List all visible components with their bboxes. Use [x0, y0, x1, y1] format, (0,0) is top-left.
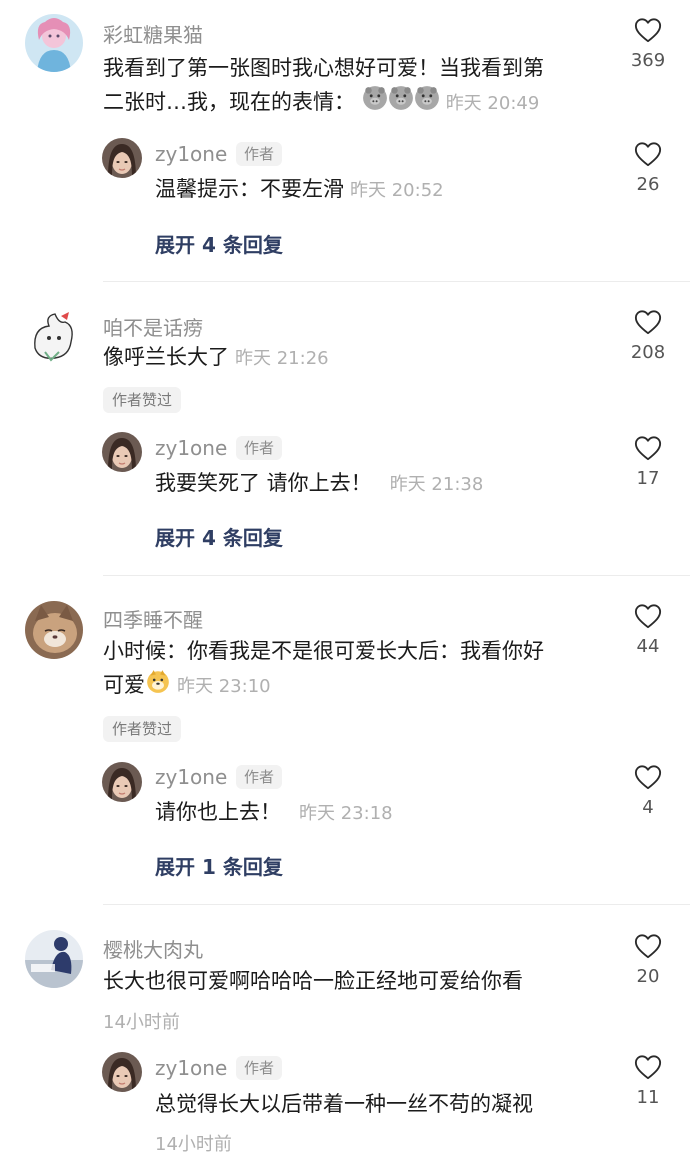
like-button[interactable]: 26 [618, 140, 678, 195]
pig-face-emoji [362, 85, 388, 121]
like-count: 11 [636, 1087, 660, 1108]
dog-face-emoji [145, 668, 171, 704]
timestamp: 昨天 20:49 [445, 93, 540, 114]
timestamp: 昨天 23:18 [299, 803, 393, 824]
comment-text: 我看到了第一张图时我心想好可爱！当我看到第 二张时…我，现在的表情： 昨天 20… [103, 52, 544, 121]
author-tag: 作者 [236, 436, 283, 460]
comment-text: 长大也很可爱啊哈哈哈一脸正经地可爱给你看 [103, 969, 523, 993]
like-count: 4 [642, 797, 654, 818]
expand-replies-button[interactable]: 展开 1 条回复 [155, 851, 283, 880]
comment-text: 像呼兰长大了 昨天 21:26 [103, 341, 329, 375]
like-count: 26 [636, 174, 660, 195]
avatar[interactable] [25, 14, 83, 72]
avatar[interactable] [102, 432, 142, 472]
comment-text-line: 我看到了第一张图时我心想好可爱！当我看到第 [103, 56, 544, 80]
username[interactable]: 四季睡不醒 [103, 604, 203, 633]
like-count: 208 [630, 342, 666, 363]
timestamp: 14小时前 [103, 1012, 180, 1033]
author-tag: 作者 [236, 142, 283, 166]
heart-icon[interactable] [633, 140, 663, 168]
comment-text-body: 像呼兰长大了 [103, 345, 229, 369]
timestamp: 昨天 20:52 [350, 180, 444, 201]
username[interactable]: zy1one [155, 765, 227, 789]
comment-text-line: 可爱 [103, 673, 145, 697]
reply-text: 我要笑死了 请你上去！ 昨天 21:38 [155, 467, 483, 501]
comment-text: 小时候：你看我是不是很可爱长大后：我看你好 可爱 昨天 23:10 [103, 635, 544, 704]
username[interactable]: zy1one [155, 142, 227, 166]
avatar[interactable] [25, 601, 83, 659]
heart-icon[interactable] [633, 434, 663, 462]
heart-icon[interactable] [633, 308, 663, 336]
like-count: 17 [636, 468, 660, 489]
timestamp: 昨天 23:10 [177, 676, 271, 697]
username[interactable]: zy1one [155, 436, 227, 460]
like-button[interactable]: 4 [618, 763, 678, 818]
heart-icon[interactable] [633, 763, 663, 791]
timestamp: 14小时前 [155, 1134, 232, 1155]
heart-icon[interactable] [633, 1053, 663, 1081]
avatar[interactable] [102, 1052, 142, 1092]
reply-text-body: 请你也上去！ [155, 800, 281, 824]
avatar[interactable] [25, 308, 83, 366]
username[interactable]: 彩虹糖果猫 [103, 19, 203, 48]
timestamp: 昨天 21:38 [389, 474, 484, 495]
like-button[interactable]: 208 [618, 308, 678, 363]
heart-icon[interactable] [633, 16, 663, 44]
divider [103, 281, 690, 282]
reply-text: 请你也上去！ 昨天 23:18 [155, 796, 393, 830]
like-button[interactable]: 20 [618, 932, 678, 987]
reply-text: 总觉得长大以后带着一种一丝不苟的凝视 [155, 1092, 533, 1116]
expand-replies-button[interactable]: 展开 4 条回复 [155, 522, 283, 551]
divider [103, 575, 690, 576]
reply-text-body: 我要笑死了 请你上去！ [155, 471, 372, 495]
like-count: 20 [636, 966, 660, 987]
reply-text: 温馨提示：不要左滑 昨天 20:52 [155, 173, 444, 207]
pig-face-emoji [388, 85, 414, 121]
like-button[interactable]: 44 [618, 602, 678, 657]
username[interactable]: 樱桃大肉丸 [103, 934, 203, 963]
reply-text-body: 温馨提示：不要左滑 [155, 177, 344, 201]
like-button[interactable]: 11 [618, 1053, 678, 1108]
timestamp: 昨天 21:26 [235, 348, 329, 369]
comment-text-line: 二张时…我，现在的表情： [103, 90, 355, 114]
author-liked-badge: 作者赞过 [103, 387, 182, 413]
author-liked-badge: 作者赞过 [103, 716, 182, 742]
heart-icon[interactable] [633, 602, 663, 630]
like-count: 44 [636, 636, 660, 657]
pig-face-emoji [414, 85, 440, 121]
username[interactable]: 咱不是话痨 [103, 312, 203, 341]
author-tag: 作者 [236, 1056, 283, 1080]
like-button[interactable]: 17 [618, 434, 678, 489]
username[interactable]: zy1one [155, 1056, 227, 1080]
heart-icon[interactable] [633, 932, 663, 960]
like-count: 369 [630, 50, 666, 71]
divider [103, 904, 690, 905]
expand-replies-button[interactable]: 展开 4 条回复 [155, 229, 283, 258]
avatar[interactable] [102, 762, 142, 802]
author-tag: 作者 [236, 765, 283, 789]
like-button[interactable]: 369 [618, 16, 678, 71]
avatar[interactable] [102, 138, 142, 178]
comment-text-line: 小时候：你看我是不是很可爱长大后：我看你好 [103, 639, 544, 663]
avatar[interactable] [25, 930, 83, 988]
